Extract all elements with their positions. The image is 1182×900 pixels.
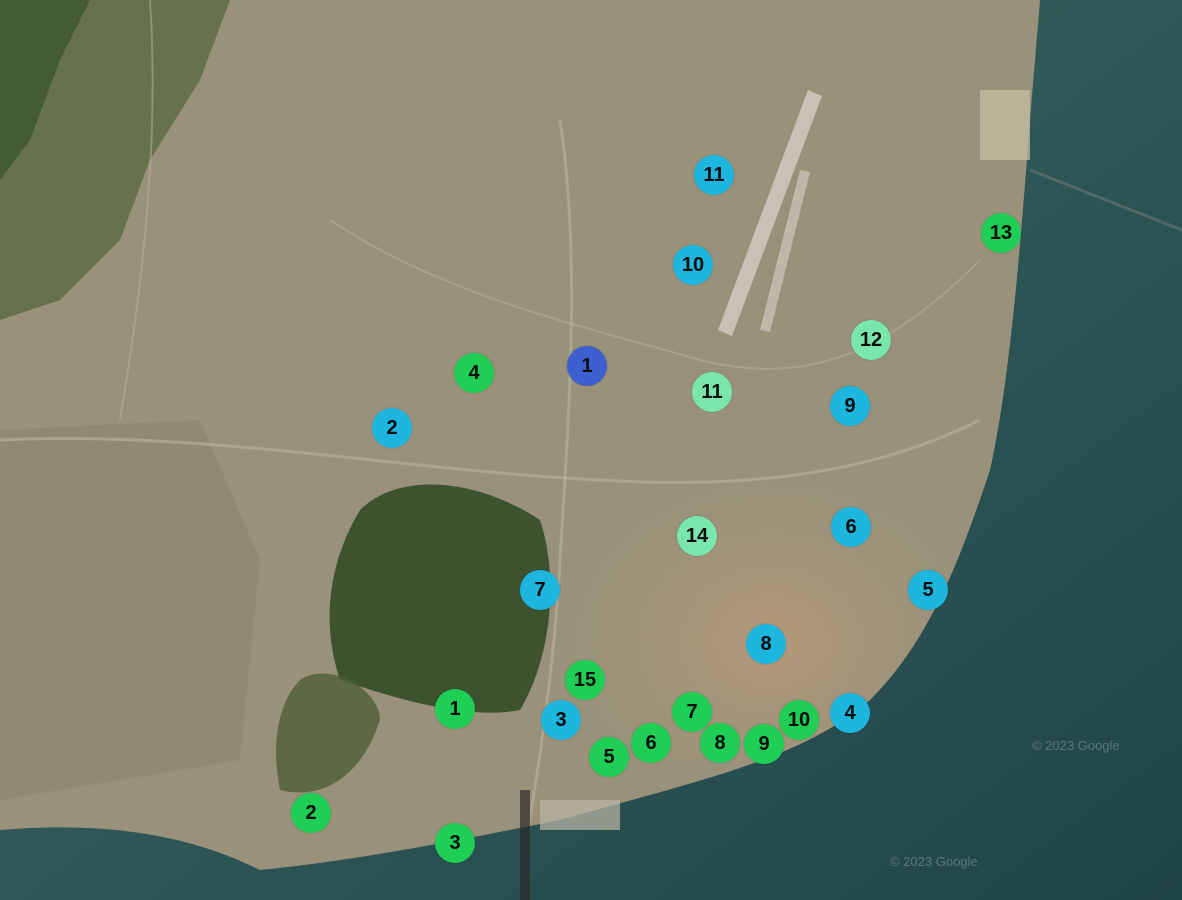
bridge (520, 790, 530, 900)
map-marker[interactable]: 4 (830, 693, 870, 733)
map-marker[interactable]: 11 (694, 155, 734, 195)
map-marker[interactable]: 13 (981, 213, 1021, 253)
map-marker[interactable]: 9 (830, 386, 870, 426)
map-marker[interactable]: 1 (567, 346, 607, 386)
monsanto-forest (329, 484, 551, 713)
map-marker[interactable]: 8 (700, 723, 740, 763)
map-marker[interactable]: 2 (291, 793, 331, 833)
satellite-map[interactable]: © 2023 Google © 2023 Google 1 4 2 11 10 … (0, 0, 1182, 900)
map-marker[interactable]: 2 (372, 408, 412, 448)
map-marker[interactable]: 3 (541, 700, 581, 740)
map-marker[interactable]: 3 (435, 823, 475, 863)
map-marker[interactable]: 10 (779, 700, 819, 740)
map-marker[interactable]: 14 (677, 516, 717, 556)
port-docks (540, 800, 620, 830)
map-marker[interactable]: 6 (831, 507, 871, 547)
map-marker[interactable]: 7 (520, 570, 560, 610)
map-marker[interactable]: 6 (631, 723, 671, 763)
map-attribution: © 2023 Google (1032, 738, 1120, 753)
map-marker[interactable]: 4 (454, 353, 494, 393)
map-marker[interactable]: 7 (672, 692, 712, 732)
map-marker[interactable]: 8 (746, 624, 786, 664)
map-marker[interactable]: 12 (851, 320, 891, 360)
map-marker[interactable]: 5 (908, 570, 948, 610)
map-marker[interactable]: 11 (692, 372, 732, 412)
industrial-area (980, 90, 1030, 160)
map-marker[interactable]: 10 (673, 245, 713, 285)
west-suburbs (0, 420, 260, 800)
map-marker[interactable]: 1 (435, 689, 475, 729)
map-attribution: © 2023 Google (890, 854, 978, 869)
map-marker[interactable]: 9 (744, 724, 784, 764)
map-marker[interactable]: 15 (565, 660, 605, 700)
map-marker[interactable]: 5 (589, 737, 629, 777)
